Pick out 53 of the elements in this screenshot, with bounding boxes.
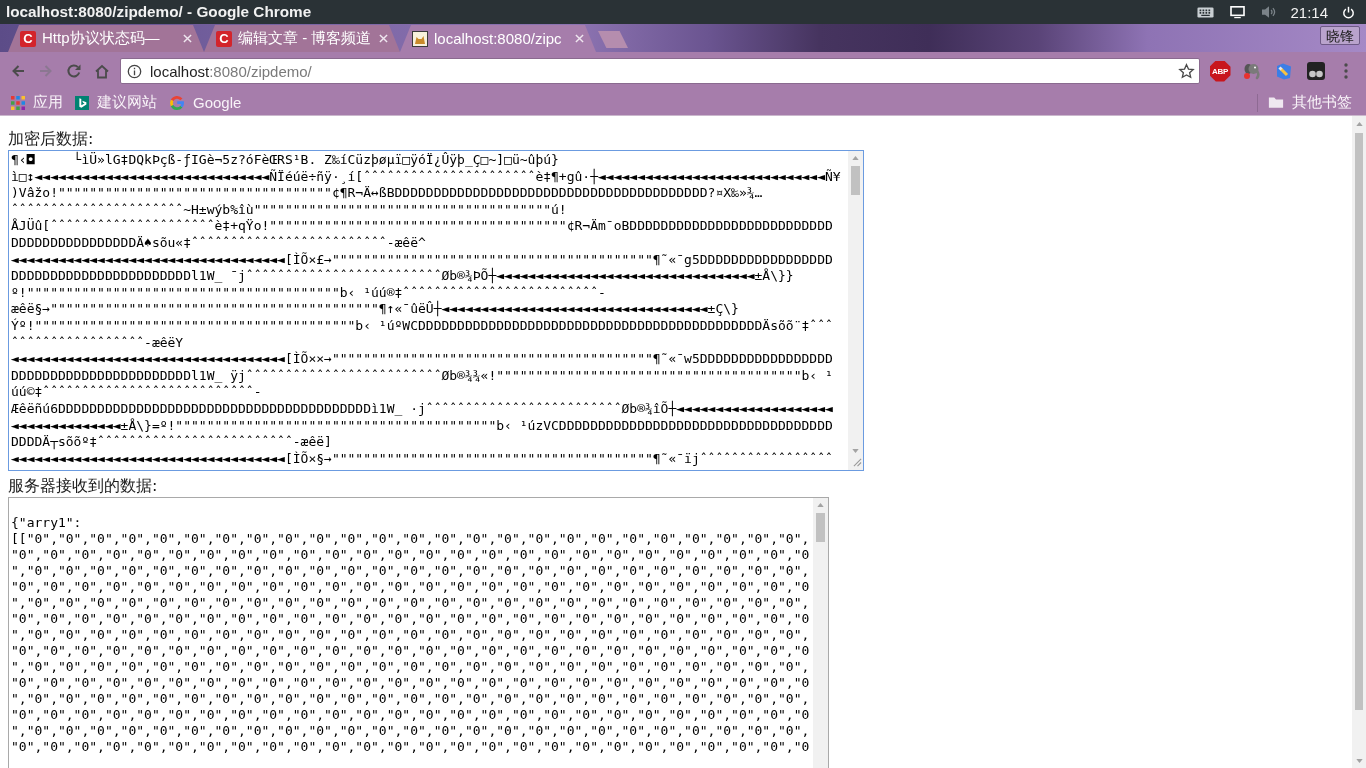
field-label: 服务器接收到的数据: (8, 475, 158, 497)
text-area[interactable]: {"arry1": [["0","0","0","0","0","0","0","0","0","0","0","0","0","0","0","0","0","0","0","0","0","0","0","0","0", "0","0","0","0","0","0","0","0","0","0","0","0","0","0","0","0","0","0","0","0","0","0","0","0","0","0 ","0","0","0","0","0","0","0","0","0","0","0","0","0","0","0","0","0","0","0","0","0","0","0","0","0", "0","0","0","0","0","0","0","0","0","0","0","0","0","0","0","0","0","0","0","0","0","0","0","0","0","0 ","0","0","0","0","0","0","0","0","0","0","0","0","0","0","0","0","0","0","0","0","0","0","0","0","0", "0","0","0","0","0","0","0","0","0","0","0","0","0","0","0","0","0","0","0","0","0","0","0","0","0","0 ","0","0","0","0","0","0","0","0","0","0","0","0","0","0","0","0","0","0","0","0","0","0","0","0","0", "0","0","0","0","0","0","0","0","0","0","0","0","0","0","0","0","0","0","0","0","0","0","0","0","0","0 ","0","0","0","0","0","0","0","0","0","0","0","0","0","0","0","0","0","0","0","0","0","0","0","0","0", "0","0","0","0","0","0","0","0","0","0","0","0","0","0","0","0","0","0","0","0","0","0","0","0","0","0 ","0","0","0","0","0","0","0","0","0","0","0","0","0","0","0","0","0","0","0","0","0","0","0","0","0", "0","0","0","0","0","0","0","0","0","0","0","0","0","0","0","0","0","0","0","0","0","0","0","0","0","0 ","0","0","0","0","0","0","0","0","0","0","0","0","0","0","0","0","0","0","0","0","0","0","0","0","0", "0","0","0","0","0","0","0","0","0","0","0","0","0","0","0","0","0","0","0","0","0","0","0","0","0","0 (8, 497, 829, 768)
bookmark-folder[interactable]: 其他书签 (1262, 91, 1358, 114)
elephant-icon[interactable] (1243, 62, 1261, 80)
bookmark-item[interactable]: 应用 (5, 91, 69, 114)
browser-tab[interactable]: localhost:8080/zipc (400, 25, 596, 52)
menu-icon[interactable] (1344, 63, 1348, 79)
back-icon[interactable] (10, 63, 26, 79)
resize-grip-icon[interactable] (853, 458, 862, 467)
pencil-icon[interactable] (1275, 62, 1293, 80)
new-tab-button[interactable] (598, 31, 628, 48)
browser-tab[interactable]: C Http协议状态码— (8, 25, 204, 52)
apps-grid-icon (11, 95, 25, 110)
address-bar[interactable]: localhost:8080/zipdemo/ (120, 58, 1200, 84)
site-icon: C (20, 30, 36, 47)
down-arrow-icon[interactable] (1355, 759, 1363, 763)
scrollbar[interactable] (813, 498, 828, 768)
down-arrow-icon[interactable] (852, 449, 859, 453)
circles-tile-icon[interactable] (1307, 62, 1325, 80)
scrollbar-thumb[interactable] (816, 513, 825, 542)
browser-tab[interactable]: C 编辑文章 - 博客频道 (204, 25, 400, 52)
g-logo-icon (169, 94, 185, 111)
cat-icon (412, 30, 428, 47)
up-arrow-icon[interactable] (852, 156, 859, 160)
url-text: localhost:8080/zipdemo/ (150, 62, 312, 80)
up-arrow-icon[interactable] (1355, 122, 1363, 126)
speaker-icon[interactable] (1261, 5, 1278, 19)
bookmark-item[interactable]: 建议网站 (69, 91, 163, 114)
scrollbar-thumb[interactable] (851, 166, 860, 195)
window-title: localhost:8080/zipdemo/ - Google Chrome (6, 3, 312, 21)
display-icon[interactable] (1230, 5, 1246, 19)
close-icon[interactable] (379, 34, 388, 43)
clock-time[interactable]: 21:14 (1290, 3, 1328, 21)
folder-icon (1268, 96, 1284, 109)
extension-button[interactable]: ABP (1209, 60, 1231, 82)
scrollbar[interactable] (1352, 116, 1366, 768)
logo-tile-icon (75, 95, 89, 110)
star-icon[interactable] (1178, 62, 1195, 80)
close-icon[interactable] (575, 34, 584, 43)
power-icon[interactable] (1342, 5, 1355, 19)
info-icon[interactable] (127, 63, 142, 79)
profile-button[interactable]: 晓锋 (1320, 26, 1360, 45)
close-icon[interactable] (183, 34, 192, 43)
site-icon: C (216, 30, 232, 47)
scrollbar[interactable] (848, 151, 863, 470)
up-arrow-icon[interactable] (817, 503, 824, 507)
scrollbar-thumb[interactable] (1355, 133, 1363, 710)
reload-icon[interactable] (66, 63, 82, 79)
bookmark-item[interactable]: Google (163, 91, 248, 114)
text-area[interactable]: ¶‹◘ └ìÜ»lG‡DQkÞçß-ƒIGè¬5z?óFèŒRS¹B. Z‰íCüzþøµï□ÿóÏ¿Ûÿþ_Ç□~]□ü~ûþú} ì□↕◄◄◄◄◄◄◄◄◄◄◄◄◄◄◄◄◄◄◄◄◄◄◄◄◄◄◄◄◄◄ÑÏéúë÷ñÿ·¸í[ˆˆˆˆˆˆˆˆˆˆˆˆˆˆˆˆˆˆˆˆˆˆè‡¶+gû·┼◄◄◄◄◄◄◄◄◄◄◄◄◄◄◄◄◄◄◄◄◄◄◄◄◄◄◄◄◄Ñ¥ )Vâžo!"""""""""""""""""""""""""""""""""""¢¶R¬Ä↔ßBDDDDDDDDDDDDDDDDDDDDDDDDDDDDDDDDDDDDDDDD?¤X‰»¾… ˆˆˆˆˆˆˆˆˆˆˆˆˆˆˆˆˆˆˆˆˆˆ~H±wýb%îù""""""""""""""""""""""""""""""""""""""ú! ÅJÜû[ˆˆˆˆˆˆˆˆˆˆˆˆˆˆˆˆˆˆˆˆˆè‡+qŸo!""""""""""""""""""""""""""""""""""""""¢R¬Äm¯oBDDDDDDDDDDDDDDDDDDDDDDDDDD DDDDDDDDDDDDDDDDÄ♠sõu«‡ˆˆˆˆˆˆˆˆˆˆˆˆˆˆˆˆˆˆˆˆˆˆˆˆˆ-æêë^ ◄◄◄◄◄◄◄◄◄◄◄◄◄◄◄◄◄◄◄◄◄◄◄◄◄◄◄◄◄◄◄◄◄◄◄[ÌÕ×£→"""""""""""""""""""""""""""""""""""""""""¶˜«¯g5DDDDDDDDDDDDDDDDD DDDDDDDDDDDDDDDDDDDDDDDl1W_ ¯jˆˆˆˆˆˆˆˆˆˆˆˆˆˆˆˆˆˆˆˆˆˆˆˆˆØb®¾ÞÕ┼◄◄◄◄◄◄◄◄◄◄◄◄◄◄◄◄◄◄◄◄◄◄◄◄◄◄◄◄◄◄◄◄◄±Å\}} º!""""""""""""""""""""""""""""""""""""""""b‹ ¹úú®‡ˆˆˆˆˆˆˆˆˆˆˆˆˆˆˆˆˆˆˆˆˆˆˆˆˆ- æêë§→""""""""""""""""""""""""""""""""""""""""""¶↑«¯ûëÛ┼◄◄◄◄◄◄◄◄◄◄◄◄◄◄◄◄◄◄◄◄◄◄◄◄◄◄◄◄◄◄◄◄◄◄±Ç\} Ýº!"""""""""""""""""""""""""""""""""""""""""b‹ ¹úºWCDDDDDDDDDDDDDDDDDDDDDDDDDDDDDDDDDDDDDDDDDDDDÄsõõ¨‡ˆˆˆ ˆˆˆˆˆˆˆˆˆˆˆˆˆˆˆˆˆ-æêëY ◄◄◄◄◄◄◄◄◄◄◄◄◄◄◄◄◄◄◄◄◄◄◄◄◄◄◄◄◄◄◄◄◄◄◄[ÌÕ××→"""""""""""""""""""""""""""""""""""""""""¶˜«¯w5DDDDDDDDDDDDDDDDD DDDDDDDDDDDDDDDDDDDDDDDl1W_ ÿjˆˆˆˆˆˆˆˆˆˆˆˆˆˆˆˆˆˆˆˆˆˆˆˆˆØb®¾¾«!"""""""""""""""""""""""""""""""""""""""b‹ ¹ úú©‡ˆˆˆˆˆˆˆˆˆˆˆˆˆˆˆˆˆˆˆˆˆˆˆˆˆˆˆ- Æêëñú6DDDDDDDDDDDDDDDDDDDDDDDDDDDDDDDDDDDDDDDDì1W_ ·jˆˆˆˆˆˆˆˆˆˆˆˆˆˆˆˆˆˆˆˆˆˆˆˆˆØb®¾îÕ┼◄◄◄◄◄◄◄◄◄◄◄◄◄◄◄◄◄◄◄◄ ◄◄◄◄◄◄◄◄◄◄◄◄◄◄±Å\}=º!"""""""""""""""""""""""""""""""""""""""""b‹ ¹úzVCDDDDDDDDDDDDDDDDDDDDDDDDDDDDDDDDDDD DDDDÄ┬sõõº‡ˆˆˆˆˆˆˆˆˆˆˆˆˆˆˆˆˆˆˆˆˆˆˆˆˆ-æêë] ◄◄◄◄◄◄◄◄◄◄◄◄◄◄◄◄◄◄◄◄◄◄◄◄◄◄◄◄◄◄◄◄◄◄◄[ÌÕ×§→"""""""""""""""""""""""""""""""""""""""""¶˜«¯ïjˆˆˆˆˆˆˆˆˆˆˆˆˆˆˆˆˆ (8, 150, 864, 471)
home-icon[interactable] (94, 63, 110, 79)
keyboard-icon[interactable] (1197, 6, 1215, 18)
field-label: 加密后数据: (8, 128, 94, 150)
